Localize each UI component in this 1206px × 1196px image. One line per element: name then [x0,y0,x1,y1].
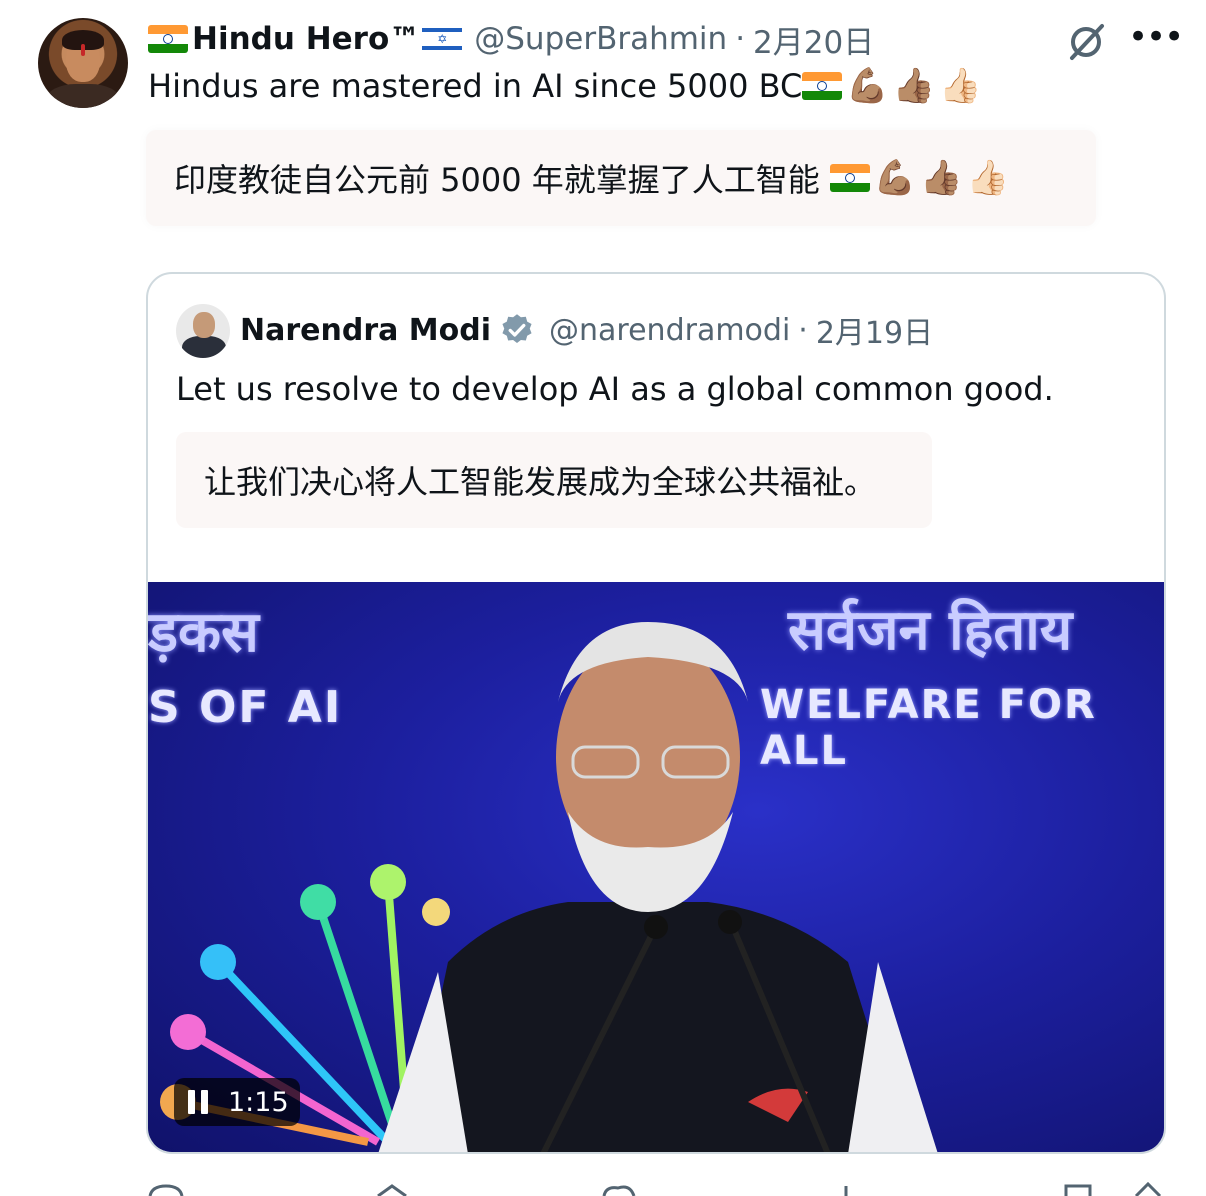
quoted-author-avatar[interactable] [176,304,230,358]
thumbs-up-icon: 👍🏽 [920,158,963,198]
quoted-translation-box: 让我们决心将人工智能发展成为全球公共福祉。 [176,432,932,528]
israel-flag-icon: ✡ [422,25,463,53]
flexed-biceps-icon: 💪🏽 [873,158,917,198]
india-flag-icon [148,25,188,53]
author-handle[interactable]: @SuperBrahmin [474,21,727,57]
separator-dot: · [735,21,746,57]
india-flag-icon [802,72,843,100]
video-player[interactable]: ड़कस S OF AI सर्वजन हिताय WELFARE FOR AL… [148,582,1164,1152]
author-avatar[interactable] [38,18,128,108]
banner-left-text: ड़कस [148,599,259,665]
quoted-tweet[interactable]: Narendra Modi @narendramodi · 2月19日 Let … [146,272,1166,1154]
banner-left-ai-text: S OF AI [148,682,343,733]
video-controls[interactable]: 1:15 [174,1078,300,1126]
translation-text: 印度教徒自公元前 5000 年就掌握了人工智能 [174,161,820,199]
quoted-author-name[interactable]: Narendra Modi [240,313,491,348]
like-icon [602,1185,636,1196]
pause-icon[interactable] [188,1090,210,1114]
action-bar [148,1181,1162,1196]
reply-icon [148,1184,184,1196]
verified-badge-icon [502,314,532,344]
video-time: 1:15 [228,1086,289,1118]
quoted-translation-text: 让我们决心将人工智能发展成为全球公共福祉。 [204,463,877,501]
thumbs-up-icon: 👍🏽 [892,66,936,106]
banner-right-ai-text: WELFARE FOR ALL [760,682,1097,774]
tweet-header: Hindu Hero™ ✡ @SuperBrahmin · 2月20日 [148,17,874,62]
author-name[interactable]: Hindu Hero™ [192,21,420,57]
video-frame [160,622,938,1152]
quoted-header: Narendra Modi @narendramodi · 2月19日 [240,308,933,352]
thumbs-up-light-icon: 👍🏻 [939,66,982,106]
tweet-text: Hindus are mastered in AI since 5000 BC [148,67,803,105]
more-icon[interactable]: ••• [1128,20,1184,58]
tweet-date[interactable]: 2月20日 [753,17,874,62]
separator-dot: · [798,312,808,348]
tweet-text-row: Hindus are mastered in AI since 5000 BC … [148,66,981,106]
retweet-icon [377,1184,407,1196]
quoted-author-handle[interactable]: @narendramodi [549,313,790,348]
quoted-text: Let us resolve to develop AI as a global… [176,370,1054,408]
translation-box: 印度教徒自公元前 5000 年就掌握了人工智能 💪🏽 👍🏽 👍🏻 [146,130,1096,226]
banner-right-text: सर्वजन हिताय [788,597,1073,663]
quoted-date[interactable]: 2月19日 [816,308,933,352]
thumbs-up-light-icon: 👍🏻 [966,158,1009,198]
grok-icon[interactable] [1064,20,1108,64]
bookmark-icon [1064,1184,1092,1196]
india-flag-icon [829,164,870,192]
flexed-biceps-icon: 💪🏽 [846,66,889,106]
share-icon [1134,1181,1162,1196]
